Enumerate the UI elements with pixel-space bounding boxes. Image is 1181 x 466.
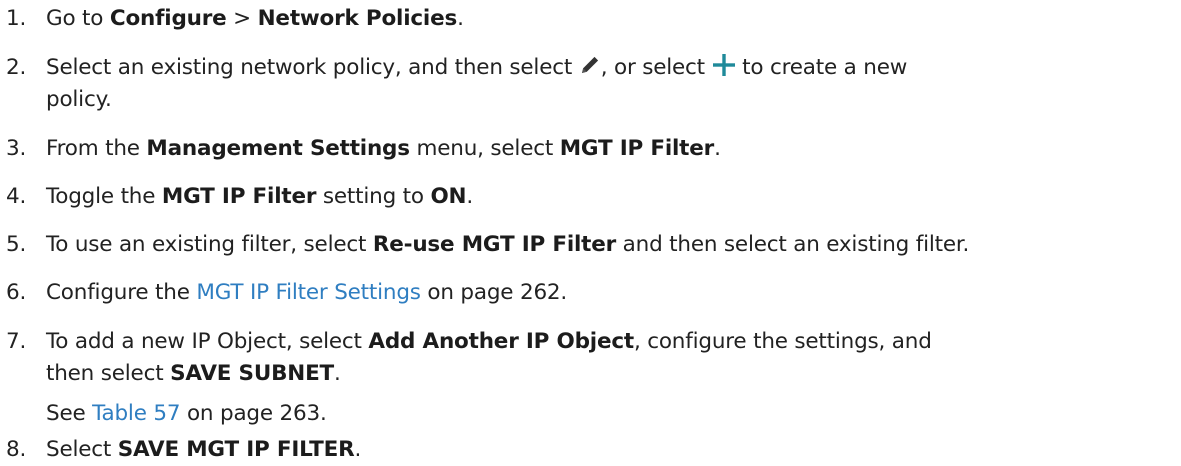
setting-value-on: ON: [430, 184, 467, 209]
step-text: Go to Configure > Network Policies.: [46, 6, 464, 31]
menu-network-policies: Network Policies: [257, 6, 458, 31]
link-mgt-ip-filter-settings[interactable]: MGT IP Filter Settings: [196, 280, 421, 305]
step-text: Select an existing network policy, and t…: [46, 53, 908, 80]
step-text: Toggle the MGT IP Filter setting to ON.: [46, 184, 473, 209]
step-text: then select SAVE SUBNET.: [46, 361, 341, 386]
step-number: 3.: [6, 136, 27, 161]
pencil-icon: [579, 54, 601, 76]
menu-management-settings: Management Settings: [146, 136, 410, 161]
step-text: Select SAVE MGT IP FILTER.: [46, 437, 362, 462]
step-number: 6.: [6, 280, 27, 305]
step-number: 5.: [6, 232, 27, 257]
step-text: policy.: [46, 87, 112, 112]
option-reuse-mgt-ip-filter: Re-use MGT IP Filter: [372, 232, 617, 257]
menu-mgt-ip-filter: MGT IP Filter: [559, 136, 715, 161]
link-table-57[interactable]: Table 57: [92, 401, 180, 426]
button-save-mgt-ip-filter: SAVE MGT IP FILTER: [117, 437, 355, 462]
button-save-subnet: SAVE SUBNET: [170, 361, 335, 386]
step-text: Configure the MGT IP Filter Settings on …: [46, 280, 568, 305]
option-add-another-ip-object: Add Another IP Object: [368, 329, 634, 354]
menu-configure: Configure: [109, 6, 227, 31]
note-text: See Table 57 on page 263.: [46, 401, 327, 426]
setting-mgt-ip-filter: MGT IP Filter: [161, 184, 317, 209]
procedure-steps: 1. Go to Configure > Network Policies. 2…: [0, 0, 1181, 462]
step-text: From the Management Settings menu, selec…: [46, 136, 721, 161]
step-number: 4.: [6, 184, 27, 209]
step-text: To use an existing filter, select Re-use…: [46, 232, 970, 257]
step-number: 1.: [6, 6, 27, 31]
step-number: 8.: [6, 437, 27, 462]
step-number: 2.: [6, 55, 27, 80]
plus-icon: [712, 53, 736, 77]
step-text: To add a new IP Object, select Add Anoth…: [46, 329, 932, 354]
step-number: 7.: [6, 329, 27, 354]
